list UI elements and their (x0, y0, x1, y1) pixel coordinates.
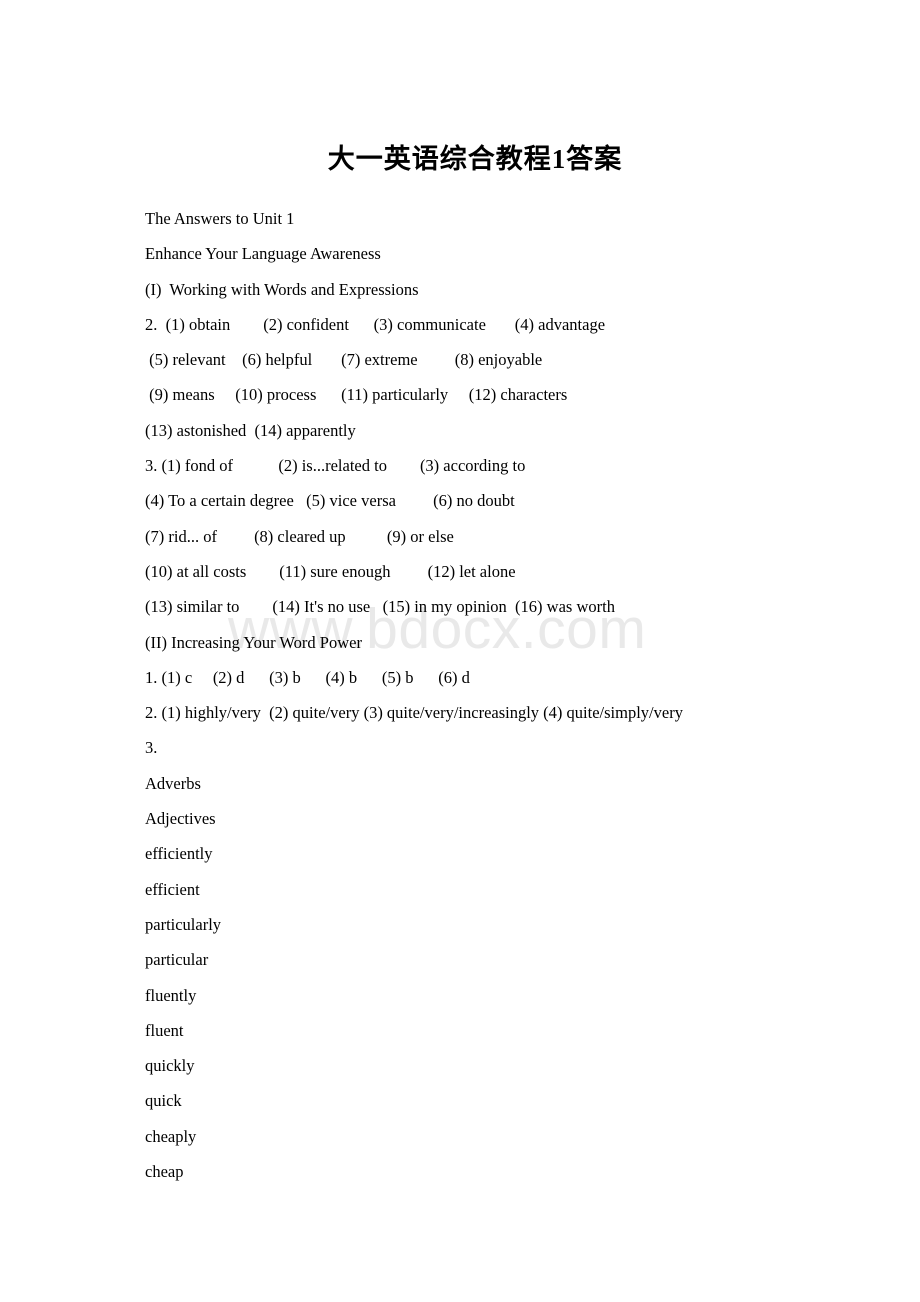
text-line: (9) means (10) process (11) particularly… (145, 385, 568, 405)
text-line: 2. (1) obtain (2) confident (3) communic… (145, 314, 606, 334)
text-line: (I) Working with Words and Expressions (145, 279, 419, 299)
text-line: 1. (1) c (2) d (3) b (4) b (5) b (6) d (145, 667, 470, 687)
text-line: cheap (145, 1162, 184, 1182)
text-line: particularly (145, 914, 222, 934)
text-line: cheaply (145, 1126, 197, 1146)
text-line: (10) at all costs (11) sure enough (12) … (145, 561, 516, 581)
document-page: www.bdocx.com 大一英语综合教程1答案 The Answers to… (0, 0, 920, 1302)
text-line: 2. (1) highly/very (2) quite/very (3) qu… (145, 703, 683, 723)
text-line: efficient (145, 879, 200, 899)
text-line: particular (145, 950, 209, 970)
text-line: 3. (1) fond of (2) is...related to (3) a… (145, 456, 526, 476)
text-line: fluent (145, 1020, 184, 1040)
text-line: Enhance Your Language Awareness (145, 244, 381, 264)
text-line: quickly (145, 1056, 195, 1076)
text-line: Adverbs (145, 773, 201, 793)
text-line: (13) similar to (14) It's no use (15) in… (145, 597, 615, 617)
text-line: Adjectives (145, 809, 216, 829)
text-line: quick (145, 1091, 182, 1111)
text-line: 3. (145, 738, 158, 758)
page-title: 大一英语综合教程1答案 (327, 144, 623, 174)
text-line: (7) rid... of (8) cleared up (9) or else (145, 526, 454, 546)
text-line: (4) To a certain degree (5) vice versa (… (145, 491, 515, 511)
document-body: 大一英语综合教程1答案 The Answers to Unit 1 Enhanc… (145, 139, 805, 1189)
text-line: The Answers to Unit 1 (145, 209, 295, 228)
text-line: (13) astonished (14) apparently (145, 420, 356, 440)
text-line: (II) Increasing Your Word Power (145, 632, 362, 652)
text-line: efficiently (145, 844, 213, 864)
text-line: (5) relevant (6) helpful (7) extreme (8)… (145, 350, 543, 370)
text-line: fluently (145, 985, 197, 1005)
